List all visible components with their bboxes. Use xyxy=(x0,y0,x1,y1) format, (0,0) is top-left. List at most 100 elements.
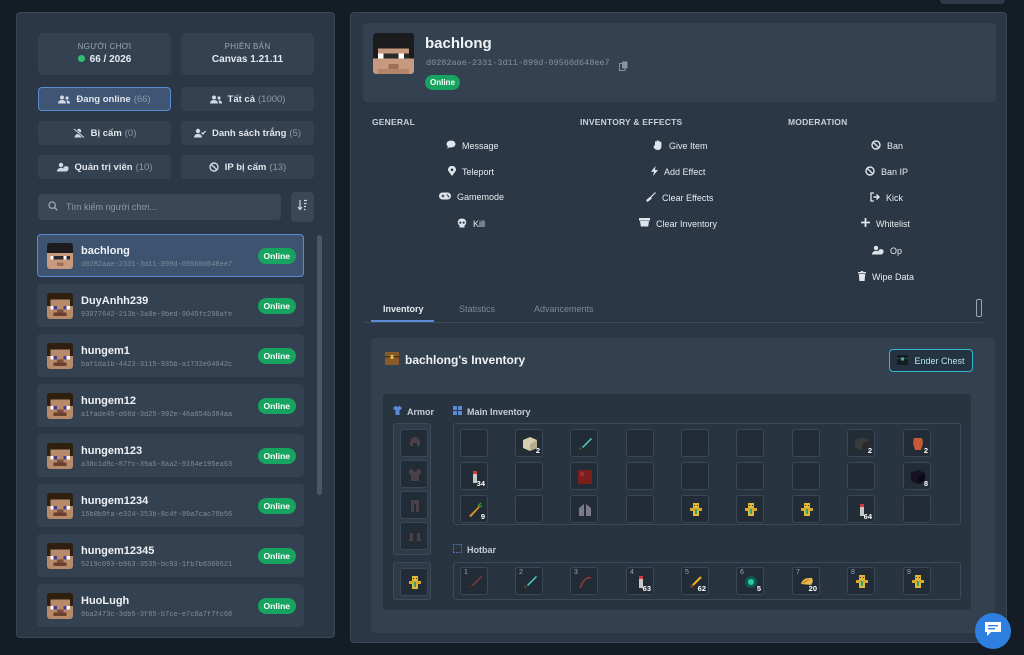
player-row[interactable]: hungem1 baf1da1b-4423-3115-935b-a1732e040… xyxy=(37,334,304,377)
search-input[interactable] xyxy=(66,202,266,212)
item-quantity: 2 xyxy=(535,446,540,455)
hotbar-slot[interactable]: 65 xyxy=(736,567,764,595)
inventory-slot[interactable]: 8 xyxy=(903,462,931,490)
message-button[interactable]: Message xyxy=(446,140,499,151)
kill-button[interactable]: Kill xyxy=(457,218,485,230)
inventory-slot[interactable] xyxy=(681,495,709,523)
inventory-slot[interactable] xyxy=(570,429,598,457)
map-marker-icon xyxy=(448,165,456,178)
player-row[interactable]: hungem123 a38c1d9c-87fc-39a5-8aa2-9164e19… xyxy=(37,434,304,477)
inventory-slot[interactable]: 2 xyxy=(847,429,875,457)
hotbar-slot[interactable]: 8 xyxy=(847,567,875,595)
gamepad-icon xyxy=(439,192,451,202)
inventory-slot[interactable] xyxy=(515,462,543,490)
inventory-slot[interactable] xyxy=(681,429,709,457)
chat-button[interactable] xyxy=(975,613,1011,649)
top-strip xyxy=(940,0,1005,4)
filter-banned-button[interactable]: Bị cấm (0) xyxy=(38,121,171,145)
version-stat-value: Canvas 1.21.11 xyxy=(211,54,284,65)
tab-advancements[interactable]: Advancements xyxy=(534,304,594,314)
player-row[interactable]: bachlong d0282aae-2331-3d11-899d-09560d64… xyxy=(37,234,304,277)
whitelist-button[interactable]: Whitelist xyxy=(861,218,910,229)
inventory-slot[interactable] xyxy=(570,495,598,523)
wipe-data-button[interactable]: Wipe Data xyxy=(858,271,914,283)
inventory-slot[interactable] xyxy=(626,429,654,457)
item-quantity: 64 xyxy=(863,512,872,521)
player-row[interactable]: hungem1234 15b0b9fa-e324-353b-8c4f-89a7ca… xyxy=(37,484,304,527)
filter-whitelist-button[interactable]: Danh sách trắng (5) xyxy=(181,121,314,145)
item-quantity: 9 xyxy=(480,512,485,521)
copy-icon[interactable] xyxy=(619,58,628,76)
filter-admins-button[interactable]: Quản trị viên (10) xyxy=(38,155,171,179)
offhand-slot[interactable] xyxy=(400,568,428,596)
player-row[interactable]: hungem12345 5219c093-b963-3535-bc93-1fb7b… xyxy=(37,534,304,577)
give-item-button[interactable]: Give Item xyxy=(653,140,708,152)
hotbar-slot[interactable]: 5 62 xyxy=(681,567,709,595)
armor-slot[interactable] xyxy=(400,491,428,519)
inventory-slot[interactable]: 34 xyxy=(460,462,488,490)
inventory-slot[interactable] xyxy=(736,429,764,457)
inventory-slot[interactable]: 2 xyxy=(515,429,543,457)
sort-button[interactable] xyxy=(291,192,314,222)
inventory-slot[interactable] xyxy=(736,495,764,523)
main-inventory-label: Main Inventory xyxy=(467,406,531,417)
armor-slot[interactable] xyxy=(400,429,428,457)
player-row[interactable]: DuyAnhh239 93077642-213b-3a8e-9bed-9045fc… xyxy=(37,284,304,327)
hotbar-slot[interactable]: 9 xyxy=(903,567,931,595)
item-quantity: 63 xyxy=(642,584,651,593)
hotbar-slot[interactable]: 3 xyxy=(570,567,598,595)
action-label: Ban IP xyxy=(881,167,909,177)
inventory-slot[interactable] xyxy=(792,462,820,490)
ban-ip-button[interactable]: Ban IP xyxy=(865,166,908,178)
armor-label: Armor xyxy=(407,406,435,417)
player-list-scrollbar[interactable] xyxy=(317,235,322,495)
player-row[interactable]: HuoLugh 9ba2473c-3db5-3f85-b7ce-e7c8a7f7f… xyxy=(37,584,304,627)
filter-online-button[interactable]: Đang online (66) xyxy=(38,87,171,111)
filter-all-button[interactable]: Tất cả (1000) xyxy=(181,87,314,111)
player-row[interactable]: hungem12 a1fade45-d66d-3d25-992e-46a854b3… xyxy=(37,384,304,427)
tab-inventory[interactable]: Inventory xyxy=(383,304,424,314)
kick-button[interactable]: Kick xyxy=(870,192,903,204)
inventory-slot[interactable] xyxy=(903,495,931,523)
inventory-slot[interactable] xyxy=(570,462,598,490)
search-icon xyxy=(48,198,58,216)
player-row-uuid: a1fade45-d66d-3d25-992e-46a854b384aa xyxy=(81,411,233,419)
inventory-slot[interactable] xyxy=(626,462,654,490)
inventory-slot[interactable] xyxy=(792,495,820,523)
inventory-slot[interactable] xyxy=(847,462,875,490)
inventory-slot[interactable] xyxy=(736,462,764,490)
player-row-uuid: baf1da1b-4423-3115-935b-a1732e04042c xyxy=(81,361,233,369)
inventory-slot[interactable]: 9 xyxy=(460,495,488,523)
inventory-slot[interactable]: 2 xyxy=(903,429,931,457)
player-search[interactable] xyxy=(38,194,281,220)
inventory-slot[interactable] xyxy=(681,462,709,490)
item-quantity: 20 xyxy=(808,584,817,593)
hotbar-slot[interactable]: 7 20 xyxy=(792,567,820,595)
filter-label: Tất cả xyxy=(227,93,255,105)
hotbar-slot[interactable]: 2 xyxy=(515,567,543,595)
filter-label: Danh sách trắng xyxy=(211,127,287,139)
filter-ip-banned-button[interactable]: IP bị cấm (13) xyxy=(181,155,314,179)
hotbar-slot[interactable]: 4 63 xyxy=(626,567,654,595)
armor-slot[interactable] xyxy=(400,522,428,550)
tab-scroll-handle[interactable] xyxy=(976,299,982,317)
clear-inventory-button[interactable]: Clear Inventory xyxy=(639,218,717,229)
inventory-slot[interactable]: 64 xyxy=(847,495,875,523)
tab-statistics[interactable]: Statistics xyxy=(459,304,495,314)
armor-slot[interactable] xyxy=(400,460,428,488)
ban-button[interactable]: Ban xyxy=(871,140,903,152)
gamemode-button[interactable]: Gamemode xyxy=(439,192,504,202)
inventory-slot[interactable] xyxy=(515,495,543,523)
player-avatar xyxy=(47,243,73,269)
inventory-slot[interactable] xyxy=(626,495,654,523)
clear-effects-button[interactable]: Clear Effects xyxy=(646,192,713,204)
op-button[interactable]: Op xyxy=(872,245,902,257)
hotbar-slot[interactable]: 1 xyxy=(460,567,488,595)
player-detail-panel: bachlong d0282aae-2331-3d11-899d-09560d6… xyxy=(350,12,1007,643)
ender-chest-button[interactable]: Ender Chest xyxy=(889,349,973,372)
inventory-slot[interactable] xyxy=(792,429,820,457)
status-badge: Online xyxy=(257,398,296,414)
inventory-slot[interactable] xyxy=(460,429,488,457)
add-effect-button[interactable]: Add Effect xyxy=(651,166,705,178)
teleport-button[interactable]: Teleport xyxy=(448,165,494,178)
